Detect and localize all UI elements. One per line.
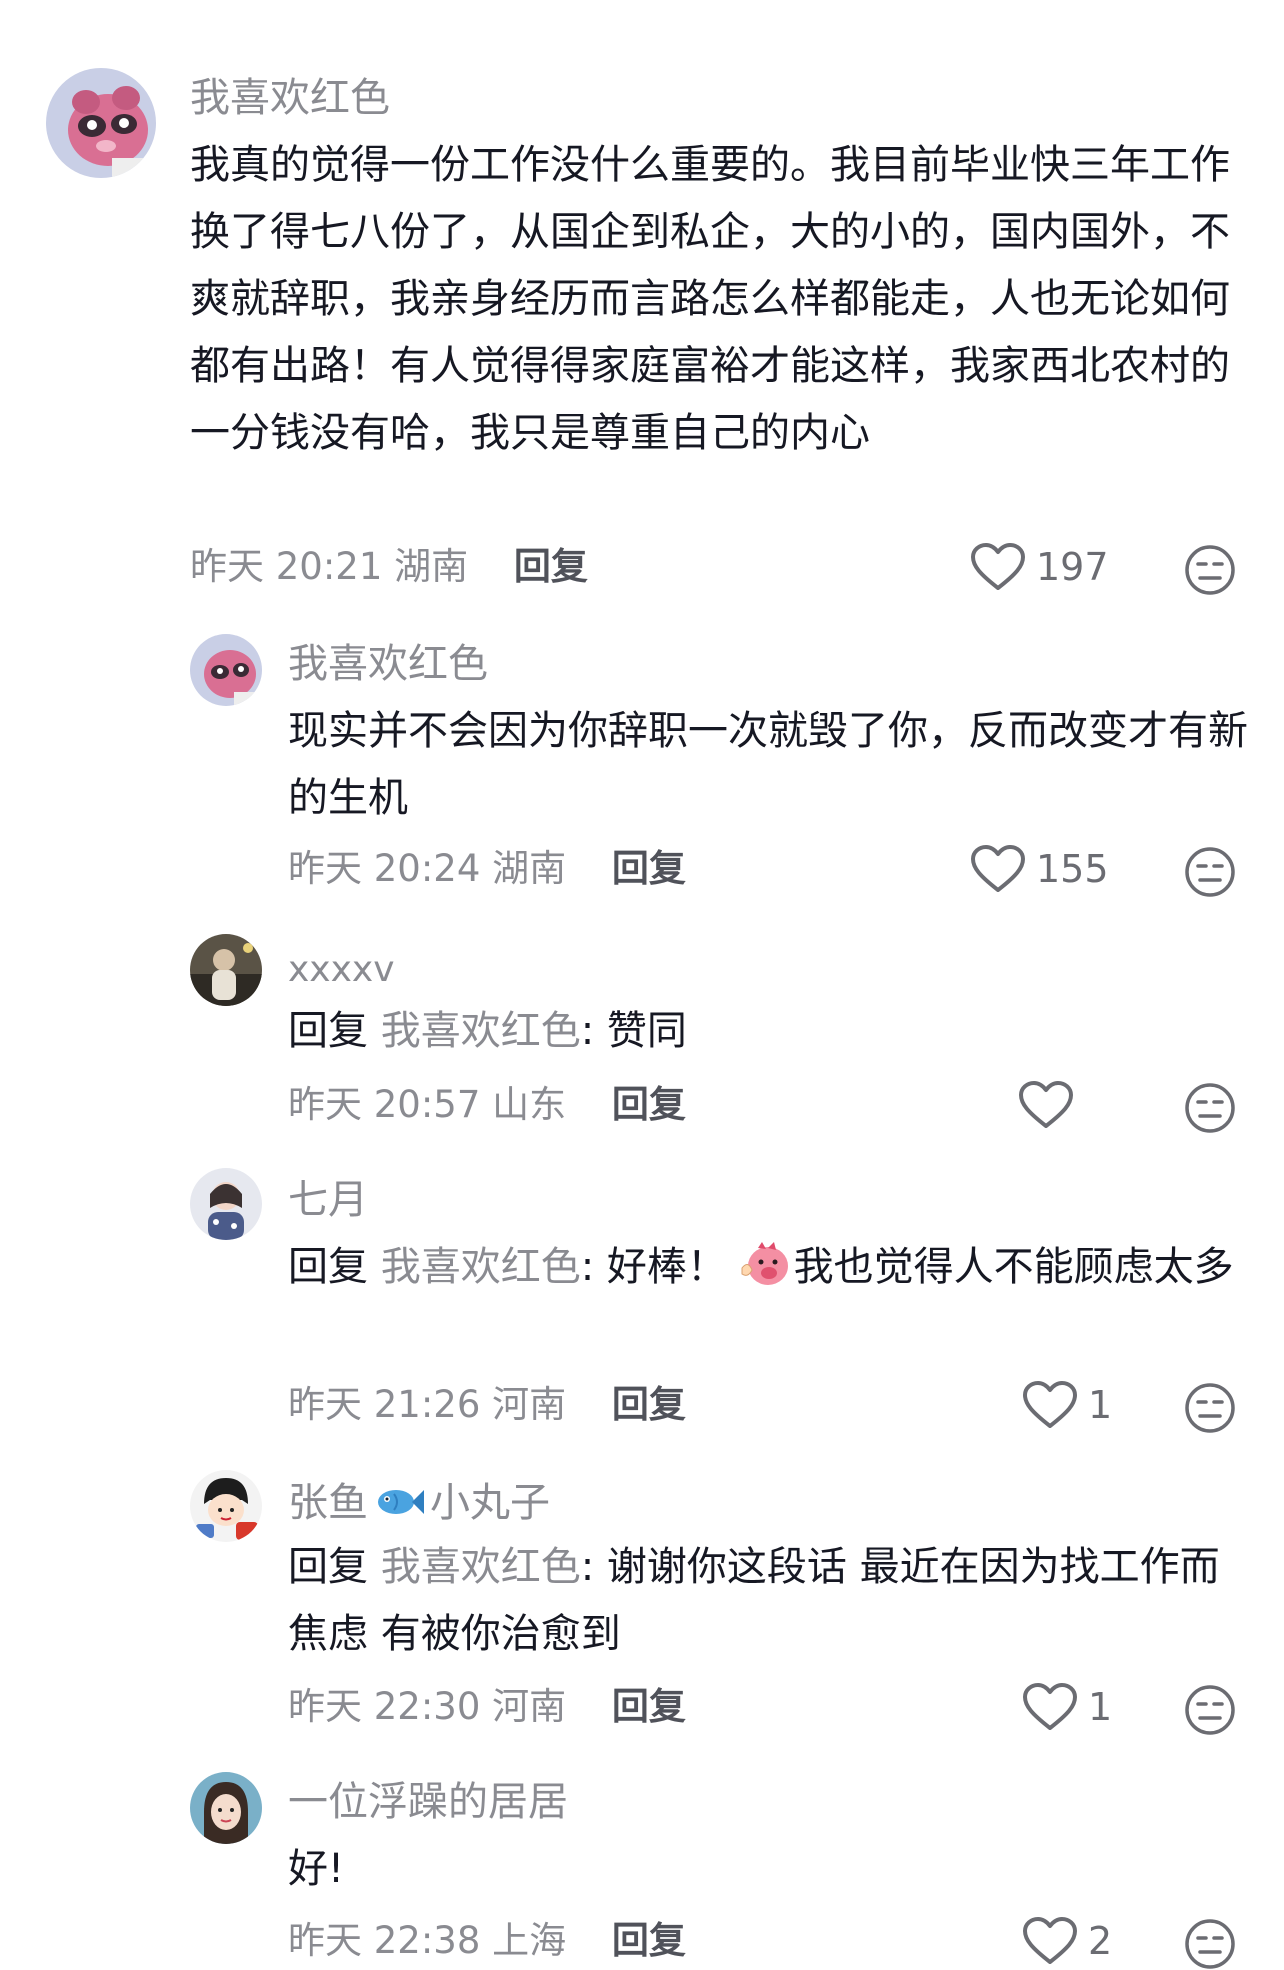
comment-text: 好! <box>288 1846 345 1892</box>
reply-button[interactable]: 回复 <box>612 1919 686 1962</box>
pink-panda-avatar-icon <box>190 634 262 706</box>
avatar[interactable] <box>190 1168 262 1240</box>
mention-link[interactable]: 我喜欢红色 <box>381 1244 581 1290</box>
heart-icon <box>1023 1683 1077 1730</box>
reply-prefix: 回复 <box>288 1544 368 1590</box>
meh-face-icon <box>1185 847 1235 897</box>
reply-button[interactable]: 回复 <box>612 847 686 890</box>
username[interactable]: 七月 <box>288 1180 368 1220</box>
comment-text: 回复 我喜欢红色: 谢谢你这段话 最近在因为找工作而焦虑 有被你治愈到 <box>288 1534 1248 1668</box>
avatar[interactable] <box>46 68 156 178</box>
heart-icon <box>1023 1381 1077 1428</box>
username[interactable]: 我喜欢红色 <box>190 78 390 118</box>
comment-location: 湖南 <box>492 847 567 890</box>
dislike-button[interactable] <box>1184 544 1236 596</box>
comment-location: 湖南 <box>394 545 469 588</box>
meh-face-icon <box>1185 1685 1235 1735</box>
mention-link[interactable]: 我喜欢红色 <box>381 1544 581 1590</box>
dislike-button[interactable] <box>1184 846 1236 898</box>
avatar[interactable] <box>190 634 262 706</box>
like-count: 155 <box>1036 847 1109 891</box>
pink-panda-avatar-icon <box>46 68 156 178</box>
like-count: 2 <box>1088 1919 1113 1963</box>
reply-button[interactable]: 回复 <box>612 1685 686 1728</box>
comment-time: 昨天 20:57 <box>288 1083 481 1126</box>
comment-time: 昨天 20:24 <box>288 847 481 890</box>
comment-time: 昨天 22:38 <box>288 1919 481 1962</box>
avatar[interactable] <box>190 1470 262 1542</box>
reply-text-continued: 我也觉得人不能顾虑太多 <box>793 1244 1234 1290</box>
like-count: 197 <box>1036 545 1109 589</box>
meh-face-icon <box>1185 1083 1235 1133</box>
dislike-button[interactable] <box>1184 1382 1236 1434</box>
like-button[interactable]: 1 <box>1022 1682 1112 1732</box>
avatar[interactable] <box>190 1772 262 1844</box>
comment-meta: 昨天 22:38 上海 回复 <box>288 1922 686 1959</box>
comment-location: 河南 <box>492 1685 567 1728</box>
comment-time: 昨天 22:30 <box>288 1685 481 1728</box>
like-button[interactable]: 2 <box>1022 1916 1112 1966</box>
comment-meta: 昨天 20:21 湖南 回复 <box>190 548 588 585</box>
avatar[interactable] <box>190 934 262 1006</box>
reply-text: : 赞同 <box>580 1008 687 1054</box>
comment-location: 河南 <box>492 1383 567 1426</box>
meh-face-icon <box>1185 1383 1235 1433</box>
reply-button[interactable]: 回复 <box>612 1383 686 1426</box>
heart-icon <box>1019 1081 1073 1128</box>
fish-emoji-icon <box>378 1490 424 1514</box>
selfie-avatar-icon <box>190 1772 262 1844</box>
username-part: 张鱼 <box>288 1480 368 1526</box>
comment-meta: 昨天 20:57 山东 回复 <box>288 1086 686 1123</box>
photo-avatar-icon <box>190 934 262 1006</box>
comment-location: 上海 <box>492 1919 567 1962</box>
comment-time: 昨天 20:21 <box>190 545 383 588</box>
clapping-pig-emoji-icon <box>741 1242 788 1285</box>
comment-location: 山东 <box>492 1083 567 1126</box>
cartoon-girl-avatar-icon <box>190 1470 262 1542</box>
reply-button[interactable]: 回复 <box>514 545 588 588</box>
comment-text: 回复 我喜欢红色: 赞同 <box>288 998 1248 1065</box>
reply-prefix: 回复 <box>288 1244 368 1290</box>
heart-icon <box>971 543 1025 590</box>
heart-icon <box>1023 1917 1077 1964</box>
comment-meta: 昨天 20:24 湖南 回复 <box>288 850 686 887</box>
reply-text: : 好棒！ <box>580 1244 727 1290</box>
like-button[interactable] <box>1018 1080 1084 1130</box>
girl-photo-avatar-icon <box>190 1168 262 1240</box>
username[interactable]: 张鱼 小丸子 <box>288 1482 550 1523</box>
comment-text: 现实并不会因为你辞职一次就毁了你，反而改变才有新的生机 <box>288 708 1248 821</box>
username[interactable]: xxxxv <box>288 952 395 988</box>
like-button[interactable]: 197 <box>970 542 1109 592</box>
like-count: 1 <box>1088 1685 1113 1729</box>
comment-text: 我真的觉得一份工作没什么重要的。我目前毕业快三年工作换了得七八份了，从国企到私企… <box>190 142 1230 456</box>
meh-face-icon <box>1185 545 1235 595</box>
dislike-button[interactable] <box>1184 1684 1236 1736</box>
reply-button[interactable]: 回复 <box>612 1083 686 1126</box>
like-count: 1 <box>1088 1383 1113 1427</box>
like-button[interactable]: 155 <box>970 844 1109 894</box>
comment-text: 回复 我喜欢红色: 好棒！ 我也觉得人不能顾虑太多 <box>288 1234 1248 1301</box>
mention-link[interactable]: 我喜欢红色 <box>381 1008 581 1054</box>
comment-meta: 昨天 22:30 河南 回复 <box>288 1688 686 1725</box>
comment-time: 昨天 21:26 <box>288 1383 481 1426</box>
meh-face-icon <box>1185 1919 1235 1969</box>
reply-prefix: 回复 <box>288 1008 368 1054</box>
like-button[interactable]: 1 <box>1022 1380 1112 1430</box>
username-part: 小丸子 <box>430 1480 550 1526</box>
dislike-button[interactable] <box>1184 1918 1236 1970</box>
heart-icon <box>971 845 1025 892</box>
username[interactable]: 我喜欢红色 <box>288 644 488 684</box>
comment-meta: 昨天 21:26 河南 回复 <box>288 1386 686 1423</box>
username[interactable]: 一位浮躁的居居 <box>288 1782 568 1822</box>
dislike-button[interactable] <box>1184 1082 1236 1134</box>
